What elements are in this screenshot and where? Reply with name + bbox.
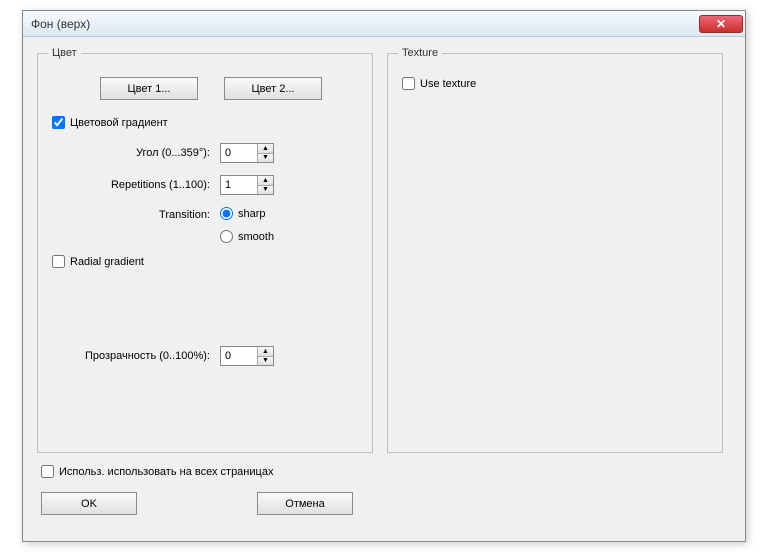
use-texture-label: Use texture <box>420 78 476 90</box>
cancel-button[interactable]: Отмена <box>257 492 353 515</box>
opacity-up[interactable]: ▲ <box>258 347 273 357</box>
color-group: Цвет Цвет 1... Цвет 2... Цветовой градие… <box>37 47 373 453</box>
radial-checkbox[interactable] <box>52 255 65 268</box>
reps-label: Repetitions (1..100): <box>48 179 220 191</box>
color2-button[interactable]: Цвет 2... <box>224 77 322 100</box>
reps-spinner[interactable]: ▲ ▼ <box>220 175 274 195</box>
content-area: Цвет Цвет 1... Цвет 2... Цветовой градие… <box>23 37 745 525</box>
reps-down[interactable]: ▼ <box>258 186 273 195</box>
titlebar[interactable]: Фон (верх) ✕ <box>23 11 745 37</box>
transition-label: Transition: <box>48 207 220 221</box>
color-legend: Цвет <box>48 47 81 59</box>
radial-label: Radial gradient <box>70 256 144 268</box>
close-button[interactable]: ✕ <box>699 15 743 33</box>
reps-up[interactable]: ▲ <box>258 176 273 186</box>
all-pages-label: Использ. использовать на всех страницах <box>59 466 273 478</box>
window-title: Фон (верх) <box>31 17 699 31</box>
smooth-radio[interactable] <box>220 230 233 243</box>
close-icon: ✕ <box>716 17 726 31</box>
smooth-label: smooth <box>238 231 274 243</box>
angle-up[interactable]: ▲ <box>258 144 273 154</box>
opacity-label: Прозрачность (0..100%): <box>48 350 220 362</box>
angle-down[interactable]: ▼ <box>258 154 273 163</box>
reps-input[interactable] <box>221 176 257 194</box>
opacity-input[interactable] <box>221 347 257 365</box>
ok-button[interactable]: OK <box>41 492 137 515</box>
dialog-window: Фон (верх) ✕ Цвет Цвет 1... Цвет 2... Цв… <box>22 10 746 542</box>
angle-input[interactable] <box>221 144 257 162</box>
texture-legend: Texture <box>398 47 442 59</box>
texture-group: Texture Use texture <box>387 47 723 453</box>
sharp-label: sharp <box>238 208 266 220</box>
sharp-radio[interactable] <box>220 207 233 220</box>
opacity-down[interactable]: ▼ <box>258 357 273 366</box>
all-pages-checkbox[interactable] <box>41 465 54 478</box>
angle-label: Угол (0...359°): <box>48 147 220 159</box>
opacity-spinner[interactable]: ▲ ▼ <box>220 346 274 366</box>
color1-button[interactable]: Цвет 1... <box>100 77 198 100</box>
gradient-label: Цветовой градиент <box>70 117 168 129</box>
use-texture-checkbox[interactable] <box>402 77 415 90</box>
gradient-checkbox[interactable] <box>52 116 65 129</box>
angle-spinner[interactable]: ▲ ▼ <box>220 143 274 163</box>
